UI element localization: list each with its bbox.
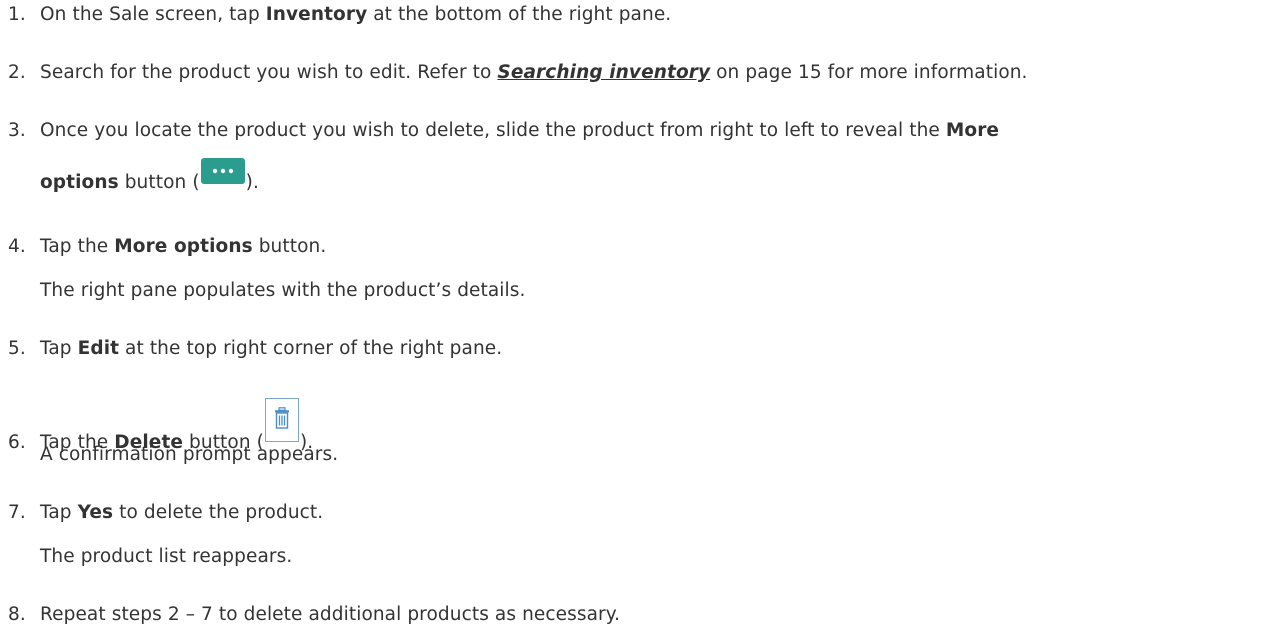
- step-2: 2. Search for the product you wish to edi…: [8, 62, 1282, 83]
- delete-button-image: [264, 398, 299, 442]
- step-7-note: The product list reappears.: [40, 546, 293, 567]
- step-8: 8. Repeat steps 2 – 7 to delete additiona…: [8, 604, 1282, 625]
- yes-term: Yes: [77, 502, 114, 523]
- step-number: 6.: [8, 432, 26, 453]
- step-1: 1. On the Sale screen, tap Inventory at t…: [8, 4, 1282, 25]
- more-options-term: More options: [114, 236, 253, 257]
- step-text: ).: [245, 172, 259, 193]
- step-text: On the Sale screen, tap: [40, 4, 266, 25]
- step-text: Repeat steps 2 – 7 to delete additional …: [40, 604, 621, 625]
- step-6-note: A confirmation prompt appears.: [40, 444, 339, 465]
- step-4-note: The right pane populates with the produc…: [40, 280, 526, 301]
- step-5: 5. Tap Edit at the top right corner of th…: [8, 338, 1282, 359]
- trash-icon: [274, 407, 289, 429]
- step-text: to delete the product.: [113, 502, 324, 523]
- searching-inventory-link[interactable]: Searching inventory: [497, 62, 710, 83]
- instruction-document: 1. On the Sale screen, tap Inventory at t…: [0, 0, 1288, 638]
- step-number: 1.: [8, 4, 26, 25]
- step-text: at the bottom of the right pane.: [367, 4, 672, 25]
- step-3-continued: options button ().: [40, 158, 259, 194]
- more-term: More: [945, 120, 1000, 141]
- step-number: 3.: [8, 120, 26, 141]
- step-7: 7. Tap Yes to delete the product.: [8, 502, 1282, 523]
- step-text: button.: [252, 236, 327, 257]
- more-options-button-image: [200, 158, 245, 184]
- more-options-icon: [212, 168, 233, 174]
- step-4: 4. Tap the More options button.: [8, 236, 1282, 257]
- step-number: 5.: [8, 338, 26, 359]
- step-text: Once you locate the product you wish to …: [40, 120, 946, 141]
- step-text: Tap the: [40, 236, 115, 257]
- options-term: options: [40, 172, 119, 193]
- step-number: 7.: [8, 502, 26, 523]
- step-text: Tap: [40, 338, 78, 359]
- step-text: Search for the product you wish to edit.…: [40, 62, 498, 83]
- step-text: at the top right corner of the right pan…: [119, 338, 503, 359]
- inventory-term: Inventory: [265, 4, 368, 25]
- step-number: 4.: [8, 236, 26, 257]
- step-number: 2.: [8, 62, 26, 83]
- step-3: 3. Once you locate the product you wish t…: [8, 120, 1282, 141]
- step-text: on page 15 for more information.: [710, 62, 1028, 83]
- step-text: Tap: [40, 502, 78, 523]
- edit-term: Edit: [77, 338, 120, 359]
- step-text: button (: [118, 172, 200, 193]
- step-number: 8.: [8, 604, 26, 625]
